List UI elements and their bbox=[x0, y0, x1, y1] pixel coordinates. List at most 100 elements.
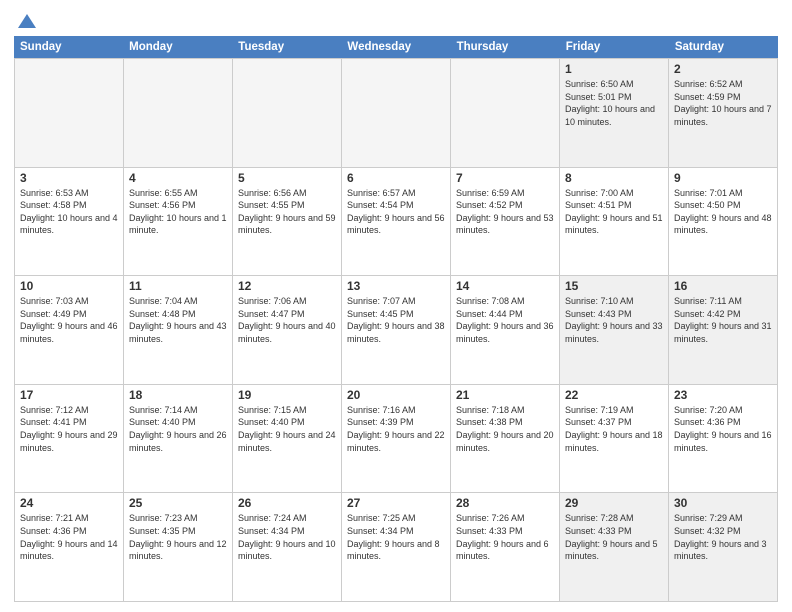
day-number: 19 bbox=[238, 388, 336, 402]
calendar-cell: 18Sunrise: 7:14 AMSunset: 4:40 PMDayligh… bbox=[124, 385, 233, 493]
calendar-cell bbox=[124, 59, 233, 167]
day-number: 5 bbox=[238, 171, 336, 185]
calendar-header: SundayMondayTuesdayWednesdayThursdayFrid… bbox=[14, 36, 778, 58]
calendar-cell: 13 Sunrise: 7:07 AMSunset: 4:45 PMDayligh… bbox=[342, 276, 451, 384]
calendar-cell: 11 Sunrise: 7:04 AMSunset: 4:48 PMDayligh… bbox=[124, 276, 233, 384]
logo bbox=[14, 10, 38, 30]
calendar-row: 1 Sunrise: 6:50 AMSunset: 5:01 PMDaylight… bbox=[14, 58, 778, 167]
calendar-cell: 16 Sunrise: 7:11 AMSunset: 4:42 PMDayligh… bbox=[669, 276, 778, 384]
day-info: Sunrise: 6:57 AMSunset: 4:54 PMDaylight:… bbox=[347, 187, 445, 237]
calendar-header-cell: Thursday bbox=[451, 36, 560, 58]
calendar: SundayMondayTuesdayWednesdayThursdayFrid… bbox=[14, 36, 778, 602]
calendar-cell: 1 Sunrise: 6:50 AMSunset: 5:01 PMDaylight… bbox=[560, 59, 669, 167]
calendar-cell: 24 Sunrise: 7:21 AMSunset: 4:36 PMDayligh… bbox=[15, 493, 124, 601]
day-info: Sunrise: 7:15 AMSunset: 4:40 PMDaylight:… bbox=[238, 404, 336, 454]
day-number: 26 bbox=[238, 496, 336, 510]
day-number: 3 bbox=[20, 171, 118, 185]
calendar-cell: 22 Sunrise: 7:19 AMSunset: 4:37 PMDayligh… bbox=[560, 385, 669, 493]
calendar-cell: 28 Sunrise: 7:26 AMSunset: 4:33 PMDayligh… bbox=[451, 493, 560, 601]
calendar-cell: 12 Sunrise: 7:06 AMSunset: 4:47 PMDayligh… bbox=[233, 276, 342, 384]
calendar-cell: 17Sunrise: 7:12 AMSunset: 4:41 PMDayligh… bbox=[15, 385, 124, 493]
day-info: Sunrise: 7:29 AMSunset: 4:32 PMDaylight:… bbox=[674, 512, 772, 562]
calendar-cell bbox=[233, 59, 342, 167]
day-info: Sunrise: 6:53 AMSunset: 4:58 PMDaylight:… bbox=[20, 187, 118, 237]
calendar-header-cell: Saturday bbox=[669, 36, 778, 58]
day-number: 10 bbox=[20, 279, 118, 293]
day-info: Sunrise: 7:26 AMSunset: 4:33 PMDaylight:… bbox=[456, 512, 554, 562]
calendar-cell: 8 Sunrise: 7:00 AMSunset: 4:51 PMDaylight… bbox=[560, 168, 669, 276]
day-number: 12 bbox=[238, 279, 336, 293]
day-info: Sunrise: 7:07 AMSunset: 4:45 PMDaylight:… bbox=[347, 295, 445, 345]
calendar-body: 1 Sunrise: 6:50 AMSunset: 5:01 PMDaylight… bbox=[14, 58, 778, 602]
calendar-cell: 23 Sunrise: 7:20 AMSunset: 4:36 PMDayligh… bbox=[669, 385, 778, 493]
day-info: Sunrise: 6:55 AMSunset: 4:56 PMDaylight:… bbox=[129, 187, 227, 237]
calendar-cell: 30 Sunrise: 7:29 AMSunset: 4:32 PMDayligh… bbox=[669, 493, 778, 601]
day-number: 6 bbox=[347, 171, 445, 185]
day-number: 18 bbox=[129, 388, 227, 402]
calendar-row: 24 Sunrise: 7:21 AMSunset: 4:36 PMDayligh… bbox=[14, 492, 778, 602]
calendar-cell: 27 Sunrise: 7:25 AMSunset: 4:34 PMDayligh… bbox=[342, 493, 451, 601]
header bbox=[14, 10, 778, 30]
day-number: 17 bbox=[20, 388, 118, 402]
day-info: Sunrise: 7:11 AMSunset: 4:42 PMDaylight:… bbox=[674, 295, 772, 345]
day-number: 30 bbox=[674, 496, 772, 510]
day-number: 16 bbox=[674, 279, 772, 293]
calendar-cell bbox=[342, 59, 451, 167]
calendar-cell: 4Sunrise: 6:55 AMSunset: 4:56 PMDaylight… bbox=[124, 168, 233, 276]
day-info: Sunrise: 7:06 AMSunset: 4:47 PMDaylight:… bbox=[238, 295, 336, 345]
calendar-cell bbox=[15, 59, 124, 167]
day-info: Sunrise: 7:18 AMSunset: 4:38 PMDaylight:… bbox=[456, 404, 554, 454]
day-info: Sunrise: 6:50 AMSunset: 5:01 PMDaylight:… bbox=[565, 78, 663, 128]
day-number: 20 bbox=[347, 388, 445, 402]
day-info: Sunrise: 7:25 AMSunset: 4:34 PMDaylight:… bbox=[347, 512, 445, 562]
page: SundayMondayTuesdayWednesdayThursdayFrid… bbox=[0, 0, 792, 612]
day-number: 2 bbox=[674, 62, 772, 76]
day-number: 27 bbox=[347, 496, 445, 510]
day-number: 11 bbox=[129, 279, 227, 293]
calendar-cell: 7 Sunrise: 6:59 AMSunset: 4:52 PMDaylight… bbox=[451, 168, 560, 276]
calendar-cell: 5Sunrise: 6:56 AMSunset: 4:55 PMDaylight… bbox=[233, 168, 342, 276]
day-info: Sunrise: 7:20 AMSunset: 4:36 PMDaylight:… bbox=[674, 404, 772, 454]
calendar-row: 3 Sunrise: 6:53 AMSunset: 4:58 PMDaylight… bbox=[14, 167, 778, 276]
calendar-header-cell: Tuesday bbox=[232, 36, 341, 58]
day-number: 21 bbox=[456, 388, 554, 402]
day-number: 23 bbox=[674, 388, 772, 402]
calendar-row: 10 Sunrise: 7:03 AMSunset: 4:49 PMDayligh… bbox=[14, 275, 778, 384]
calendar-row: 17Sunrise: 7:12 AMSunset: 4:41 PMDayligh… bbox=[14, 384, 778, 493]
calendar-cell: 15 Sunrise: 7:10 AMSunset: 4:43 PMDayligh… bbox=[560, 276, 669, 384]
calendar-cell: 3 Sunrise: 6:53 AMSunset: 4:58 PMDaylight… bbox=[15, 168, 124, 276]
calendar-cell: 10 Sunrise: 7:03 AMSunset: 4:49 PMDayligh… bbox=[15, 276, 124, 384]
day-info: Sunrise: 7:01 AMSunset: 4:50 PMDaylight:… bbox=[674, 187, 772, 237]
day-number: 7 bbox=[456, 171, 554, 185]
day-info: Sunrise: 7:16 AMSunset: 4:39 PMDaylight:… bbox=[347, 404, 445, 454]
day-number: 24 bbox=[20, 496, 118, 510]
calendar-header-cell: Wednesday bbox=[341, 36, 450, 58]
day-info: Sunrise: 7:21 AMSunset: 4:36 PMDaylight:… bbox=[20, 512, 118, 562]
day-number: 8 bbox=[565, 171, 663, 185]
day-number: 22 bbox=[565, 388, 663, 402]
day-number: 14 bbox=[456, 279, 554, 293]
calendar-cell: 2Sunrise: 6:52 AMSunset: 4:59 PMDaylight… bbox=[669, 59, 778, 167]
day-info: Sunrise: 7:23 AMSunset: 4:35 PMDaylight:… bbox=[129, 512, 227, 562]
day-info: Sunrise: 6:59 AMSunset: 4:52 PMDaylight:… bbox=[456, 187, 554, 237]
day-info: Sunrise: 7:00 AMSunset: 4:51 PMDaylight:… bbox=[565, 187, 663, 237]
day-number: 15 bbox=[565, 279, 663, 293]
calendar-header-cell: Sunday bbox=[14, 36, 123, 58]
day-info: Sunrise: 7:10 AMSunset: 4:43 PMDaylight:… bbox=[565, 295, 663, 345]
day-info: Sunrise: 7:28 AMSunset: 4:33 PMDaylight:… bbox=[565, 512, 663, 562]
logo-icon bbox=[16, 10, 38, 32]
day-number: 29 bbox=[565, 496, 663, 510]
day-info: Sunrise: 7:04 AMSunset: 4:48 PMDaylight:… bbox=[129, 295, 227, 345]
calendar-cell: 20 Sunrise: 7:16 AMSunset: 4:39 PMDayligh… bbox=[342, 385, 451, 493]
calendar-cell: 9Sunrise: 7:01 AMSunset: 4:50 PMDaylight… bbox=[669, 168, 778, 276]
day-number: 13 bbox=[347, 279, 445, 293]
day-number: 1 bbox=[565, 62, 663, 76]
calendar-cell: 19 Sunrise: 7:15 AMSunset: 4:40 PMDayligh… bbox=[233, 385, 342, 493]
calendar-cell bbox=[451, 59, 560, 167]
day-info: Sunrise: 7:24 AMSunset: 4:34 PMDaylight:… bbox=[238, 512, 336, 562]
day-info: Sunrise: 7:19 AMSunset: 4:37 PMDaylight:… bbox=[565, 404, 663, 454]
calendar-cell: 25Sunrise: 7:23 AMSunset: 4:35 PMDayligh… bbox=[124, 493, 233, 601]
day-info: Sunrise: 7:03 AMSunset: 4:49 PMDaylight:… bbox=[20, 295, 118, 345]
calendar-cell: 6 Sunrise: 6:57 AMSunset: 4:54 PMDaylight… bbox=[342, 168, 451, 276]
day-number: 28 bbox=[456, 496, 554, 510]
